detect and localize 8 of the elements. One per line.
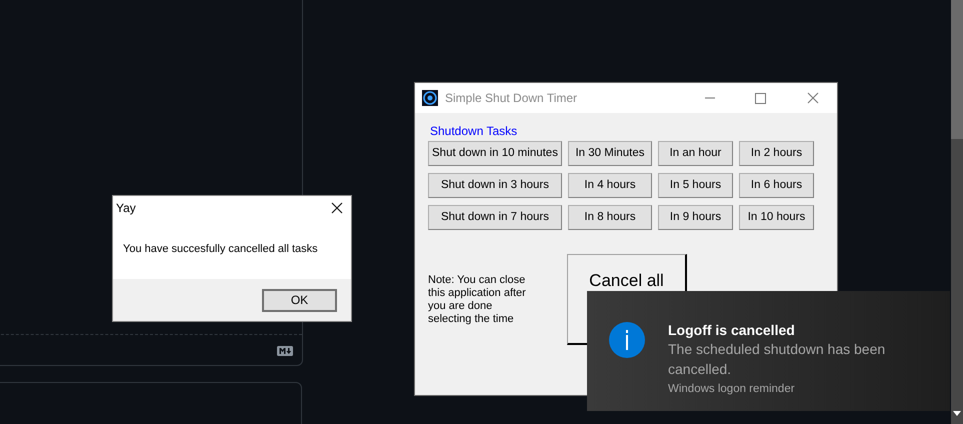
toast-body: The scheduled shutdown has been cancelled. — [668, 340, 886, 379]
toast-source: Windows logon reminder — [668, 382, 796, 397]
toast-title: Logoff is cancelled — [668, 321, 796, 339]
dialog-title: Yay — [116, 200, 137, 217]
note-text: Note: You can close this application after you are done selecting the time — [428, 273, 527, 327]
window-title: Simple Shut Down Timer — [445, 90, 578, 107]
group-label: Shutdown Tasks — [429, 124, 518, 138]
dialog-message: You have succesfully cancelled all tasks — [123, 242, 318, 258]
